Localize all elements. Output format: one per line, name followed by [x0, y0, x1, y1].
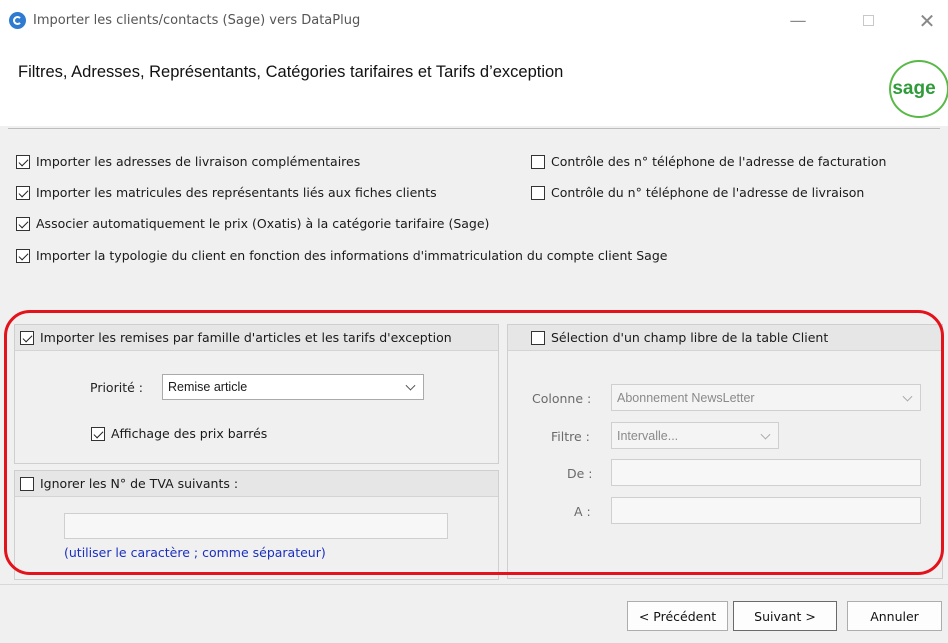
strikethrough-label: Affichage des prix barrés: [111, 426, 268, 441]
vat-input[interactable]: [64, 513, 448, 539]
priority-label: Priorité :: [90, 380, 143, 395]
from-input[interactable]: [611, 459, 921, 486]
delivery-addresses-option[interactable]: Importer les adresses de livraison compl…: [16, 154, 360, 169]
typology-checkbox[interactable]: [16, 248, 30, 263]
billing-phone-check-option[interactable]: Contrôle des n° téléphone de l'adresse d…: [531, 154, 886, 169]
discounts-checkbox[interactable]: [20, 330, 34, 345]
title-bar: Importer les clients/contacts (Sage) ver…: [0, 0, 948, 44]
chevron-down-icon: [760, 429, 771, 440]
auto-price-category-checkbox[interactable]: [16, 216, 30, 231]
delivery-addresses-label: Importer les adresses de livraison compl…: [36, 154, 361, 169]
delivery-phone-check-checkbox[interactable]: [531, 185, 545, 200]
chevron-down-icon: [902, 391, 913, 402]
strikethrough-option[interactable]: Affichage des prix barrés: [91, 426, 267, 441]
delivery-addresses-checkbox[interactable]: [16, 154, 30, 169]
representatives-checkbox[interactable]: [16, 185, 30, 200]
column-select-value: Abonnement NewsLetter: [617, 390, 755, 405]
free-field-checkbox[interactable]: [531, 330, 545, 345]
free-field-option[interactable]: Sélection d'un champ libre de la table C…: [531, 330, 828, 345]
free-field-label: Sélection d'un champ libre de la table C…: [551, 330, 829, 345]
priority-select-value: Remise article: [168, 380, 248, 394]
to-input[interactable]: [611, 497, 921, 524]
close-button[interactable]: ✕: [912, 8, 942, 34]
auto-price-category-option[interactable]: Associer automatiquement le prix (Oxatis…: [16, 216, 489, 231]
filter-label: Filtre :: [551, 429, 590, 444]
vat-checkbox[interactable]: [20, 476, 34, 491]
to-label: A :: [574, 504, 591, 519]
representatives-option[interactable]: Importer les matricules des représentant…: [16, 185, 437, 200]
vat-label: Ignorer les N° de TVA suivants :: [40, 476, 239, 491]
vat-option[interactable]: Ignorer les N° de TVA suivants :: [20, 476, 238, 491]
footer-divider: [0, 584, 948, 585]
billing-phone-check-checkbox[interactable]: [531, 154, 545, 169]
filter-select[interactable]: Intervalle...: [611, 422, 779, 449]
column-select[interactable]: Abonnement NewsLetter: [611, 384, 921, 411]
typology-label: Importer la typologie du client en fonct…: [36, 248, 668, 263]
header-divider: [8, 128, 940, 129]
vat-hint: (utiliser le caractère ; comme séparateu…: [64, 545, 326, 560]
wizard-header: Filtres, Adresses, Représentants, Catégo…: [0, 44, 948, 126]
cancel-button[interactable]: Annuler: [847, 601, 942, 631]
app-icon: [9, 12, 26, 29]
priority-select[interactable]: Remise article: [162, 374, 424, 400]
discounts-label: Importer les remises par famille d'artic…: [40, 330, 452, 345]
discounts-option[interactable]: Importer les remises par famille d'artic…: [20, 330, 452, 345]
page-title: Filtres, Adresses, Représentants, Catégo…: [18, 63, 564, 81]
window-title: Importer les clients/contacts (Sage) ver…: [33, 13, 361, 28]
representatives-label: Importer les matricules des représentant…: [36, 185, 437, 200]
delivery-phone-check-option[interactable]: Contrôle du n° téléphone de l'adresse de…: [531, 185, 864, 200]
sage-logo: sage: [889, 60, 948, 118]
minimize-button[interactable]: —: [783, 8, 813, 34]
previous-button[interactable]: < Précédent: [627, 601, 728, 631]
free-field-group: [507, 324, 943, 579]
chevron-down-icon: [405, 380, 416, 391]
next-button[interactable]: Suivant >: [733, 601, 837, 631]
filter-select-value: Intervalle...: [617, 428, 679, 443]
delivery-phone-check-label: Contrôle du n° téléphone de l'adresse de…: [551, 185, 865, 200]
from-label: De :: [567, 466, 593, 481]
maximize-button[interactable]: [853, 8, 883, 34]
column-label: Colonne :: [532, 391, 592, 406]
maximize-icon: [862, 15, 874, 26]
strikethrough-checkbox[interactable]: [91, 426, 105, 441]
billing-phone-check-label: Contrôle des n° téléphone de l'adresse d…: [551, 154, 887, 169]
auto-price-category-label: Associer automatiquement le prix (Oxatis…: [36, 216, 490, 231]
typology-option[interactable]: Importer la typologie du client en fonct…: [16, 248, 667, 263]
